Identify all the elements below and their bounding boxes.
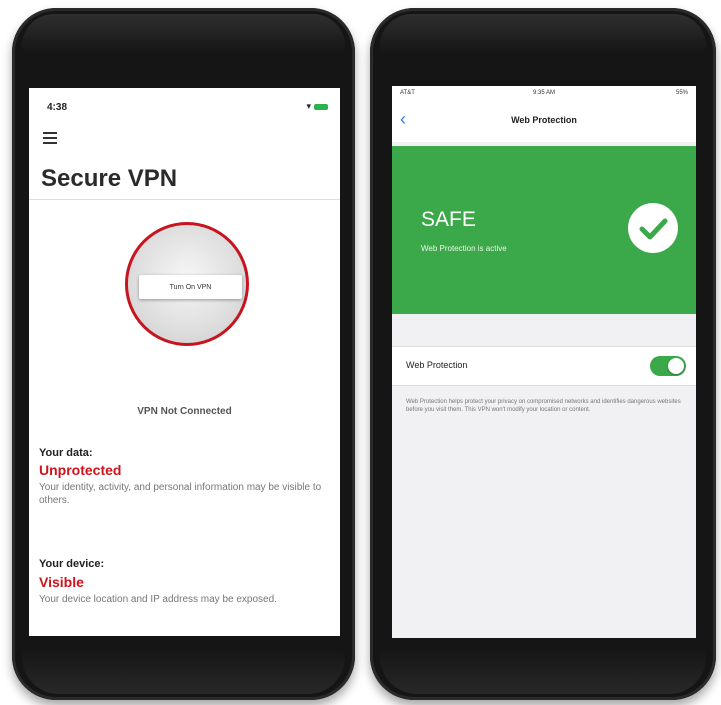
data-status-value: Unprotected (39, 462, 122, 478)
status-battery: 55% (675, 90, 688, 96)
hamburger-menu-icon[interactable] (43, 132, 57, 147)
web-protection-screen: AT&T 9:35 AM 55% ‹ Web Protection SAFE W… (392, 86, 696, 638)
data-section-label: Your data: (39, 447, 93, 459)
checkmark-icon (628, 203, 678, 253)
phone-frame-left: 4:38 ▾ Secure VPN Turn On VPN VPN Not Co… (12, 8, 355, 700)
safe-subtitle: Web Protection is active (421, 244, 507, 253)
wifi-icon: ▾ (306, 101, 311, 111)
device-status-value: Visible (39, 574, 84, 590)
turn-on-vpn-button[interactable]: Turn On VPN (139, 275, 242, 299)
web-protection-row: Web Protection (392, 346, 696, 386)
vpn-status-text: VPN Not Connected (137, 406, 232, 417)
page-title: Secure VPN (41, 165, 178, 192)
web-protection-toggle[interactable] (650, 356, 686, 376)
status-bar-icons: ▾ (306, 101, 328, 112)
web-protection-description: Web Protection helps protect your privac… (406, 399, 681, 413)
nav-title: Web Protection (511, 115, 577, 125)
safe-status-banner: SAFE Web Protection is active (392, 146, 696, 314)
battery-icon (314, 103, 328, 110)
divider (29, 199, 340, 200)
device-section-label: Your device: (39, 558, 105, 570)
data-status-description: Your identity, activity, and personal in… (39, 482, 322, 506)
navigation-bar: AT&T 9:35 AM 55% ‹ Web Protection (392, 86, 696, 142)
device-status-description: Your device location and IP address may … (39, 594, 277, 605)
status-bar-time: 4:38 (47, 102, 68, 113)
safe-title: SAFE (421, 208, 476, 231)
web-protection-label: Web Protection (406, 360, 468, 370)
secure-vpn-screen: 4:38 ▾ Secure VPN Turn On VPN VPN Not Co… (29, 88, 340, 636)
status-time: 9:35 AM (532, 90, 555, 96)
phone-frame-right: AT&T 9:35 AM 55% ‹ Web Protection SAFE W… (370, 8, 716, 700)
